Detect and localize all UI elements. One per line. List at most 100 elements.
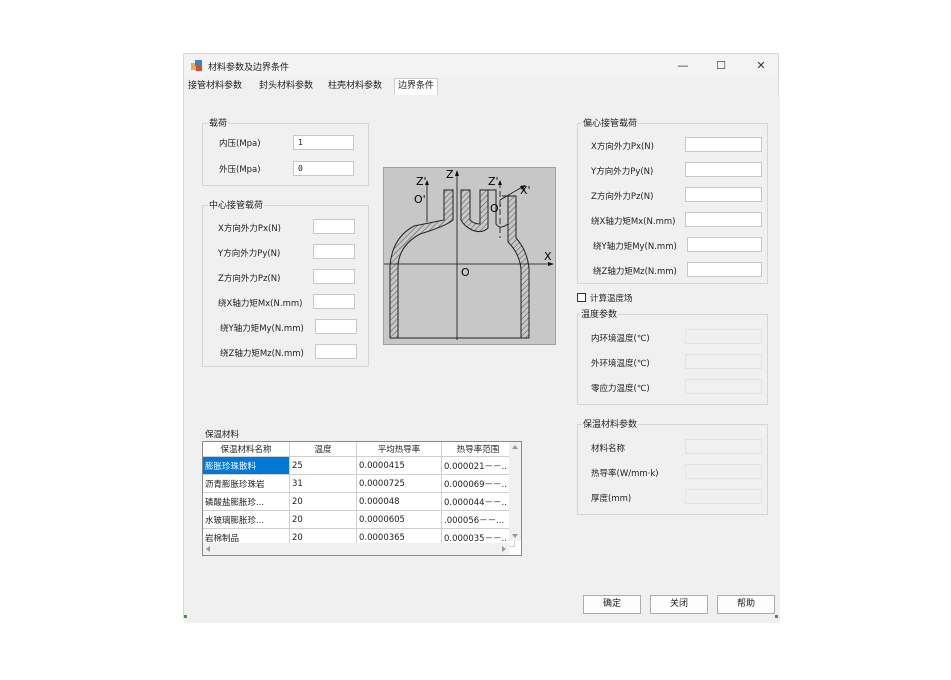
maximize-button[interactable]: ☐ (708, 56, 734, 75)
cell-temp[interactable]: 25 (289, 456, 357, 475)
thickness-input[interactable] (685, 489, 762, 504)
close-window-button[interactable]: ✕ (748, 56, 774, 75)
table-row[interactable]: 沥青膨胀珍珠岩 31 0.0000725 0.000069－－.. (203, 474, 515, 493)
ecc-pz-input[interactable] (685, 187, 762, 202)
center-py-input[interactable] (313, 244, 355, 259)
material-name-input[interactable] (685, 439, 762, 454)
ecc-py-input[interactable] (685, 162, 762, 177)
center-px-label: X方向外力Px(N) (218, 224, 281, 234)
resize-grip-right[interactable] (775, 615, 778, 618)
nozzle-diagram-drawing: Z' Z Z' X' O' O' X O (384, 168, 554, 340)
nozzle-diagram: Z' Z Z' X' O' O' X O (383, 167, 556, 345)
thickness-label: 厚度(mm) (591, 494, 632, 504)
ecc-mz-input[interactable] (687, 262, 762, 277)
tab-shell-material[interactable]: 柱壳材料参数 (325, 79, 385, 94)
cell-name[interactable]: 磷酸盐膨胀珍... (203, 492, 290, 511)
center-my-input[interactable] (315, 319, 357, 334)
tab-panel: 载荷 内压(Mpa) 1 外压(Mpa) 0 中心接管载荷 X方向外力Px(N)… (184, 95, 780, 623)
outer-pressure-label: 外压(Mpa) (219, 165, 261, 175)
z-prime-left-label: Z' (416, 175, 427, 188)
col-material-name[interactable]: 保温材料名称 (203, 442, 290, 457)
window-title: 材料参数及边界条件 (208, 63, 290, 73)
ecc-mx-label: 绕X轴力矩Mx(N.mm) (591, 217, 676, 227)
table-row[interactable]: 水玻璃膨胀珍... 20 0.0000605 .000056－－... (203, 510, 515, 529)
tab-strip: 接管材料参数 封头材料参数 柱壳材料参数 边界条件 (184, 78, 778, 96)
dialog-window: 材料参数及边界条件 — ☐ ✕ 接管材料参数 封头材料参数 柱壳材料参数 边界条… (183, 53, 780, 623)
cell-range[interactable]: 0.000044－－.. (441, 492, 515, 511)
ok-button[interactable]: 确定 (583, 595, 641, 614)
outer-temp-label: 外环境温度(℃) (591, 359, 650, 369)
cell-avg[interactable]: 0.0000605 (356, 510, 442, 529)
temp-field-checkbox[interactable] (577, 293, 586, 302)
minimize-button[interactable]: — (670, 56, 696, 75)
zero-stress-temp-input[interactable] (685, 379, 762, 394)
cell-name[interactable]: 沥青膨胀珍珠岩 (203, 474, 290, 493)
cell-avg[interactable]: 0.000048 (356, 492, 442, 511)
ecc-mx-input[interactable] (685, 212, 762, 227)
center-px-input[interactable] (313, 219, 355, 234)
scroll-down-icon[interactable] (512, 534, 518, 538)
center-mx-input[interactable] (313, 294, 355, 309)
center-pz-input[interactable] (313, 269, 355, 284)
conductivity-label: 热导率(W/mm·k) (591, 469, 659, 479)
outer-pressure-input[interactable]: 0 (293, 161, 354, 176)
load-group (202, 123, 369, 186)
title-bar: 材料参数及边界条件 — ☐ ✕ (184, 54, 778, 77)
center-mz-label: 绕Z轴力矩Mz(N.mm) (220, 349, 304, 359)
tab-boundary-conditions[interactable]: 边界条件 (394, 78, 439, 96)
cell-temp[interactable]: 20 (289, 492, 357, 511)
center-nozzle-title: 中心接管载荷 (208, 198, 265, 211)
inner-pressure-label: 内压(Mpa) (219, 139, 261, 149)
cell-range[interactable]: 0.000021－－.. (441, 456, 515, 475)
cell-avg[interactable]: 0.0000725 (356, 474, 442, 493)
o-prime-left-label: O' (414, 193, 426, 206)
tab-pipe-material[interactable]: 接管材料参数 (185, 79, 245, 94)
col-conductivity-range[interactable]: 热导率范围 (441, 442, 515, 457)
cell-name[interactable]: 膨胀珍珠散料 (203, 456, 290, 475)
center-mx-label: 绕X轴力矩Mx(N.mm) (218, 299, 303, 309)
center-py-label: Y方向外力Py(N) (218, 249, 281, 259)
z-prime-right-label: Z' (488, 175, 499, 188)
o-prime-right-label: O' (490, 202, 502, 215)
scroll-left-icon[interactable] (206, 546, 210, 552)
conductivity-input[interactable] (685, 464, 762, 479)
scroll-up-icon[interactable] (512, 445, 518, 449)
table-vertical-scrollbar[interactable] (509, 442, 521, 541)
cell-avg[interactable]: 0.0000415 (356, 456, 442, 475)
load-group-title: 载荷 (208, 116, 229, 129)
ecc-my-input[interactable] (687, 237, 762, 252)
temperature-group-title: 温度参数 (580, 307, 619, 320)
cell-range[interactable]: .000056－－... (441, 510, 515, 529)
ecc-mz-label: 绕Z轴力矩Mz(N.mm) (593, 267, 677, 277)
table-header-row: 保温材料名称 温度 平均热导率 热导率范围 (203, 442, 515, 457)
table-row[interactable]: 磷酸盐膨胀珍... 20 0.000048 0.000044－－.. (203, 492, 515, 511)
app-icon (191, 60, 202, 71)
cell-temp[interactable]: 20 (289, 510, 357, 529)
cell-range[interactable]: 0.000069－－.. (441, 474, 515, 493)
table-horizontal-scrollbar[interactable] (203, 543, 509, 555)
ecc-px-input[interactable] (685, 137, 762, 152)
close-button[interactable]: 关闭 (650, 595, 708, 614)
help-button[interactable]: 帮助 (717, 595, 775, 614)
material-name-label: 材料名称 (591, 444, 626, 454)
z-axis-label: Z (446, 168, 454, 181)
eccentric-nozzle-title: 偏心接管载荷 (582, 116, 639, 129)
insulation-table[interactable]: 保温材料名称 温度 平均热导率 热导率范围 膨胀珍珠散料 25 0.000041… (202, 441, 522, 556)
ecc-my-label: 绕Y轴力矩My(N.mm) (593, 242, 677, 252)
outer-temp-input[interactable] (685, 354, 762, 369)
center-mz-input[interactable] (315, 344, 357, 359)
scroll-right-icon[interactable] (502, 546, 506, 552)
center-my-label: 绕Y轴力矩My(N.mm) (220, 324, 304, 334)
col-temperature[interactable]: 温度 (289, 442, 357, 457)
cell-name[interactable]: 水玻璃膨胀珍... (203, 510, 290, 529)
inner-pressure-input[interactable]: 1 (293, 135, 354, 150)
tab-head-material[interactable]: 封头材料参数 (256, 79, 316, 94)
inner-temp-input[interactable] (685, 329, 762, 344)
inner-temp-label: 内环境温度(℃) (591, 334, 650, 344)
center-pz-label: Z方向外力Pz(N) (218, 274, 281, 284)
col-avg-conductivity[interactable]: 平均热导率 (356, 442, 442, 457)
temp-field-label: 计算温度场 (590, 294, 633, 304)
table-row[interactable]: 膨胀珍珠散料 25 0.0000415 0.000021－－.. (203, 456, 515, 475)
x-axis-label: X (544, 250, 552, 263)
cell-temp[interactable]: 31 (289, 474, 357, 493)
